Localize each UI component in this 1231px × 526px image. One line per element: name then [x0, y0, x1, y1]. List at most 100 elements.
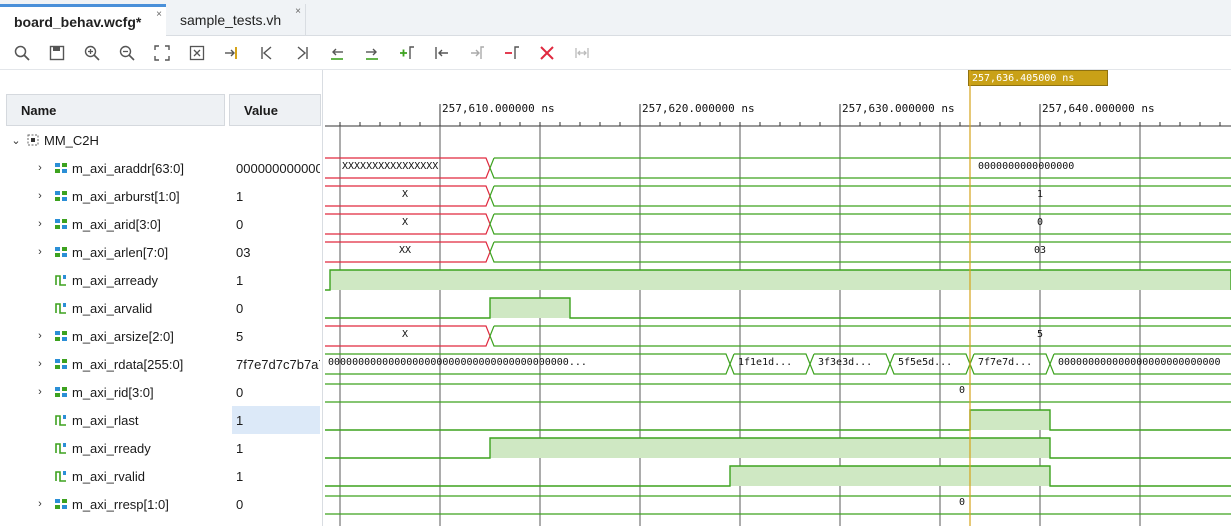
bus-segment [489, 157, 1231, 179]
chevron-right-icon[interactable]: › [34, 218, 46, 230]
chevron-right-icon[interactable]: › [34, 498, 46, 510]
waveform-canvas[interactable]: 257,636.405000 ns 257,610.000000 ns 257,6… [325, 70, 1231, 526]
bus-signal-icon [54, 385, 68, 399]
bus-value-label: 03 [1033, 245, 1047, 256]
signal-value: 0 [236, 216, 244, 232]
signal-name: m_axi_arready [72, 272, 158, 288]
previous-marker-icon[interactable] [431, 42, 453, 64]
delete-all-markers-icon[interactable] [536, 42, 558, 64]
signal-name: m_axi_arlen[7:0] [72, 244, 169, 260]
chevron-right-icon[interactable]: › [34, 162, 46, 174]
signal-value: 0 [236, 300, 244, 316]
snap-to-transition-icon[interactable] [571, 42, 593, 64]
signal-value: 0 [236, 496, 244, 512]
waveform-svg [325, 70, 1231, 526]
bus-value-label: 7f7e7d... [978, 357, 1033, 368]
bit-high-fill [330, 270, 1231, 290]
signal-row[interactable]: › m_axi_arsize[2:0] [34, 322, 174, 350]
signal-name: m_axi_rid[3:0] [72, 384, 154, 400]
signal-row[interactable]: m_axi_arready [46, 266, 158, 294]
next-transition-icon[interactable] [361, 42, 383, 64]
bus-signal-icon [54, 329, 68, 343]
bit-signal-icon [54, 273, 68, 287]
close-icon[interactable]: × [156, 9, 162, 20]
save-icon[interactable] [46, 42, 68, 64]
signal-row[interactable]: › m_axi_rresp[1:0] [34, 490, 169, 518]
bus-segment [489, 325, 1231, 347]
zoom-out-icon[interactable] [116, 42, 138, 64]
signal-name: m_axi_rready [72, 440, 151, 456]
bus-segment [489, 241, 1231, 263]
signal-row[interactable]: › m_axi_arlen[7:0] [34, 238, 168, 266]
signal-value: 1 [236, 468, 244, 484]
tab-board-behav-wcfg[interactable]: board_behav.wcfg* × [0, 4, 166, 36]
go-to-cursor-icon[interactable] [221, 42, 243, 64]
signal-row[interactable]: m_axi_rlast [46, 406, 138, 434]
signal-name: m_axi_rvalid [72, 468, 145, 484]
signal-name: m_axi_arid[3:0] [72, 216, 161, 232]
bit-signal-icon [54, 441, 68, 455]
go-to-last-time-icon[interactable] [291, 42, 313, 64]
waveform-toolbar [0, 36, 1231, 70]
zoom-fit-icon[interactable] [151, 42, 173, 64]
signal-value[interactable]: 1 [232, 406, 320, 434]
bus-value-label: 5f5e5d... [898, 357, 953, 368]
bus-value-label: 000000000000000000000000000 [1058, 357, 1221, 368]
add-marker-icon[interactable] [396, 42, 418, 64]
group-label: MM_C2H [44, 132, 99, 148]
go-to-time-0-icon[interactable] [256, 42, 278, 64]
bit-signal-icon [54, 413, 68, 427]
signal-row[interactable]: m_axi_rvalid [46, 462, 145, 490]
signal-row[interactable]: m_axi_rready [46, 434, 151, 462]
value-column-header[interactable]: Value [229, 94, 321, 126]
bit-signal-icon [54, 301, 68, 315]
chevron-right-icon[interactable]: › [34, 330, 46, 342]
tab-label: board_behav.wcfg* [14, 13, 142, 30]
signal-row[interactable]: › m_axi_arburst[1:0] [34, 182, 180, 210]
chevron-right-icon[interactable]: › [34, 358, 46, 370]
bus-signal-icon [54, 217, 68, 231]
signal-row[interactable]: › m_axi_rdata[255:0] [34, 350, 183, 378]
bit-high-fill [970, 410, 1050, 430]
chevron-right-icon[interactable]: › [34, 190, 46, 202]
bus-value-label: X [401, 189, 409, 200]
close-icon[interactable]: × [295, 6, 301, 17]
name-column-header[interactable]: Name [6, 94, 225, 126]
bus-signal-icon [54, 161, 68, 175]
previous-transition-icon[interactable] [326, 42, 348, 64]
bus-value-label: 0000000000000000000000000000000000000000… [328, 357, 587, 368]
signal-row[interactable]: › m_axi_rid[3:0] [34, 378, 154, 406]
signal-value: 5 [236, 328, 244, 344]
bus-value-label: X [401, 217, 409, 228]
bus-value-label: X [401, 329, 409, 340]
zoom-cursor-icon[interactable] [186, 42, 208, 64]
bit-waveform [325, 297, 1231, 319]
signal-row[interactable]: › m_axi_arid[3:0] [34, 210, 161, 238]
signal-value-panel: Value 0000000000000000 1 0 03 1 0 5 7f7e7d7c7b7… [228, 70, 323, 526]
group-row[interactable]: ⌄ MM_C2H [10, 126, 99, 154]
signal-row[interactable]: › m_axi_araddr[63:0] [34, 154, 184, 182]
signal-name: m_axi_rdata[255:0] [72, 356, 184, 372]
chevron-right-icon[interactable]: › [34, 386, 46, 398]
chevron-right-icon[interactable]: › [34, 246, 46, 258]
signal-name: m_axi_arsize[2:0] [72, 328, 174, 344]
signal-value: 03 [236, 244, 251, 260]
tab-sample-tests-vh[interactable]: sample_tests.vh × [166, 4, 306, 36]
signal-name: m_axi_rresp[1:0] [72, 496, 169, 512]
signal-value: 1 [236, 188, 244, 204]
bit-waveform [325, 409, 1231, 431]
signal-value: 0 [236, 384, 244, 400]
search-icon[interactable] [11, 42, 33, 64]
signal-name: m_axi_arvalid [72, 300, 153, 316]
bus-segment [489, 185, 1231, 207]
bus-value-label: 1f1e1d... [738, 357, 793, 368]
bus-value-label: 0 [958, 497, 965, 508]
group-icon [27, 134, 39, 146]
bus-value-label: 0000000000000000 [978, 161, 1075, 172]
zoom-in-icon[interactable] [81, 42, 103, 64]
chevron-down-icon[interactable]: ⌄ [10, 134, 22, 147]
bus-signal-icon [54, 357, 68, 371]
delete-marker-icon[interactable] [501, 42, 523, 64]
signal-row[interactable]: m_axi_arvalid [46, 294, 152, 322]
next-marker-icon[interactable] [466, 42, 488, 64]
